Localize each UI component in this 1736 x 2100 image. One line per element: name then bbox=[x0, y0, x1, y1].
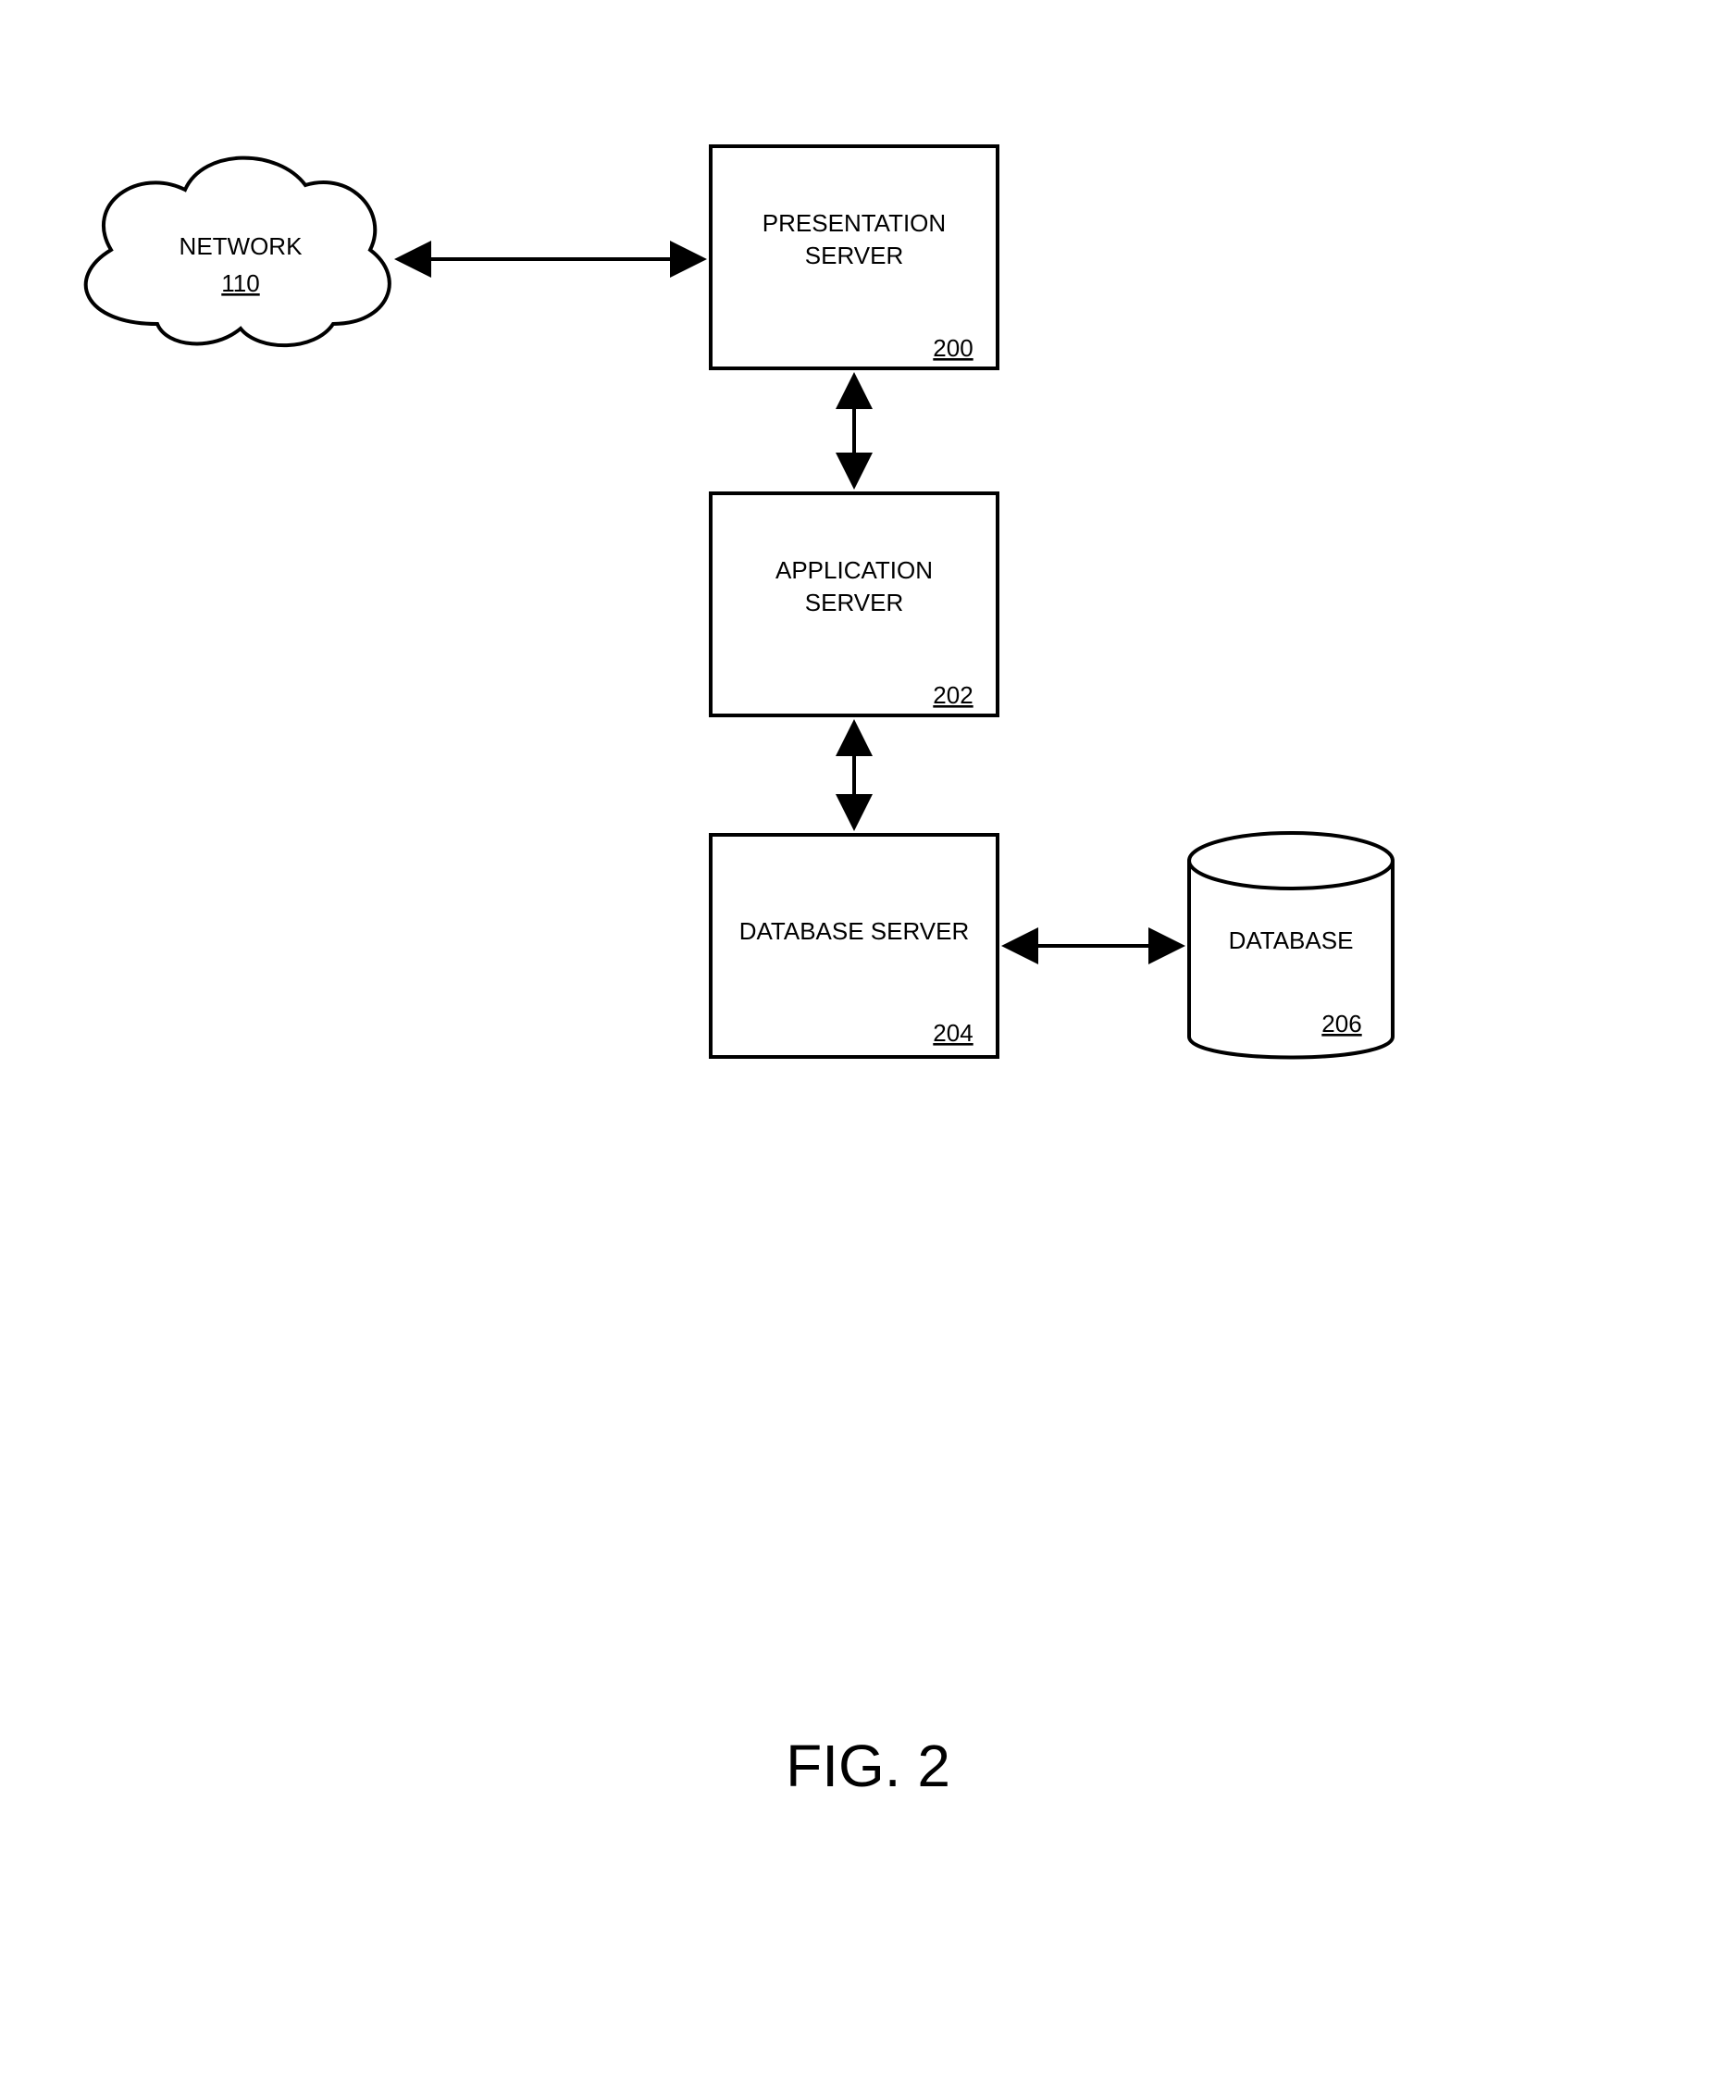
database-server-box: DATABASE SERVER 204 bbox=[711, 835, 998, 1057]
application-label-1: APPLICATION bbox=[775, 556, 933, 584]
network-label: NETWORK bbox=[180, 232, 304, 260]
database-cylinder: DATABASE 206 bbox=[1189, 833, 1393, 1058]
presentation-server-box: PRESENTATION SERVER 200 bbox=[711, 146, 998, 368]
network-cloud: NETWORK 110 bbox=[86, 158, 390, 346]
application-server-box: APPLICATION SERVER 202 bbox=[711, 493, 998, 715]
database-label: DATABASE bbox=[1229, 926, 1354, 954]
presentation-label-2: SERVER bbox=[805, 242, 903, 269]
dbserver-label: DATABASE SERVER bbox=[739, 917, 970, 945]
database-ref: 206 bbox=[1321, 1010, 1361, 1038]
figure-caption: FIG. 2 bbox=[786, 1733, 950, 1799]
application-label-2: SERVER bbox=[805, 589, 903, 616]
presentation-ref: 200 bbox=[933, 334, 973, 362]
architecture-diagram: NETWORK 110 PRESENTATION SERVER 200 APPL… bbox=[0, 0, 1736, 2100]
application-ref: 202 bbox=[933, 681, 973, 709]
presentation-label-1: PRESENTATION bbox=[763, 209, 946, 237]
network-ref: 110 bbox=[221, 269, 259, 297]
dbserver-ref: 204 bbox=[933, 1019, 973, 1047]
